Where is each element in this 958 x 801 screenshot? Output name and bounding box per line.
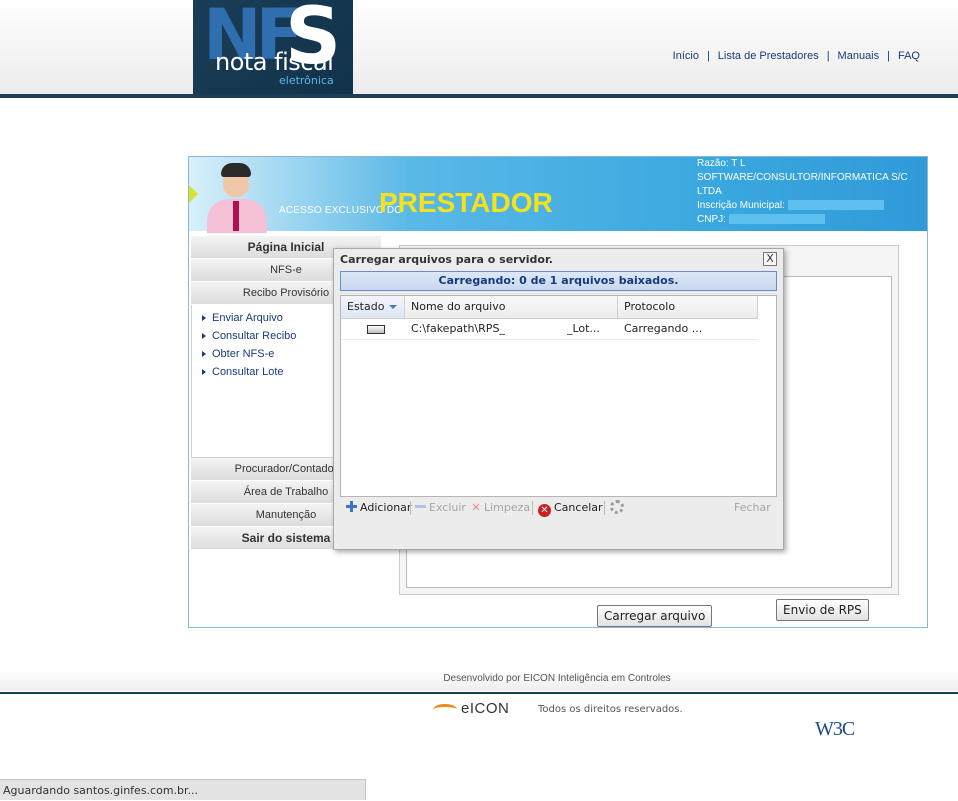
upload-dialog: Carregar arquivos para o servidor. X Car…: [333, 248, 784, 550]
browser-status-bar: Aguardando santos.ginfes.com.br...: [0, 779, 366, 800]
cnpj-label: CNPJ:: [697, 214, 726, 225]
nav-manuais-link[interactable]: Manuais: [838, 50, 880, 62]
submenu-label: Enviar Arquivo: [212, 312, 283, 324]
bullet-icon: [202, 351, 206, 358]
header-band: [0, 0, 958, 95]
footer-divider: [0, 692, 958, 694]
inscricao-redacted: [787, 200, 884, 211]
footer-developed-by: Desenvolvido por EICON Inteligência em C…: [443, 673, 671, 684]
bullet-icon: [202, 315, 206, 322]
submenu-label: Obter NFS-e: [212, 348, 275, 360]
spinner-icon: [610, 500, 624, 514]
banner-arrow-icon: [189, 185, 198, 203]
nav-faq-link[interactable]: FAQ: [898, 50, 920, 62]
submenu-label: Consultar Recibo: [212, 330, 297, 342]
header-divider: [0, 94, 958, 98]
eicon-logo-text: eICON: [461, 700, 510, 717]
user-avatar-icon: [207, 163, 269, 233]
banner-prestador-title: PRESTADOR: [379, 187, 553, 218]
nfs-logo[interactable]: NF S nota fiscal eletrônica: [193, 0, 353, 95]
eicon-swoosh-icon: [433, 703, 457, 715]
upload-status-bar: Carregando: 0 de 1 arquivos baixados.: [340, 271, 777, 291]
plus-icon: [346, 501, 357, 512]
toolbar-separator: [532, 501, 533, 515]
eicon-logo[interactable]: eICON: [433, 700, 509, 717]
toolbar-separator: [604, 501, 605, 515]
adicionar-button[interactable]: Adicionar: [346, 500, 411, 516]
dialog-title: Carregar arquivos para o servidor.: [340, 253, 553, 266]
column-protocolo[interactable]: Protocolo: [618, 296, 758, 318]
prestador-banner: ACESSO EXCLUSIVO DO PRESTADOR Razão: T L…: [189, 157, 927, 233]
column-estado-label: Estado: [347, 300, 385, 313]
column-estado[interactable]: Estado: [341, 296, 405, 318]
loading-spinner-icon: [610, 500, 624, 516]
minus-icon: [415, 505, 426, 508]
table-row[interactable]: C:\fakepath\RPS_ _Lot... Carregando ...: [341, 319, 758, 340]
grid-header: Estado Nome do arquivo Protocolo: [341, 296, 758, 319]
logo-eletronica-text: eletrônica: [279, 74, 334, 87]
razao-label: Razão: T L: [697, 158, 746, 169]
upload-file-grid: Estado Nome do arquivo Protocolo C:\fake…: [340, 295, 777, 497]
cancelar-button[interactable]: ✕ Cancelar: [538, 500, 603, 517]
row-file-path: C:\fakepath\RPS_: [411, 322, 505, 335]
close-icon[interactable]: X: [763, 252, 777, 266]
cancelar-label: Cancelar: [554, 501, 603, 514]
submenu-label: Consultar Lote: [212, 366, 284, 378]
cancel-icon: ✕: [538, 504, 551, 517]
adicionar-label: Adicionar: [360, 501, 412, 514]
nav-lista-prestadores-link[interactable]: Lista de Prestadores: [718, 50, 819, 62]
bullet-icon: [202, 369, 206, 376]
row-nome-arquivo: C:\fakepath\RPS_ _Lot...: [405, 319, 618, 339]
dialog-toolbar: Adicionar Excluir ✕ Limpeza ✕ Cancelar Fec…: [340, 497, 775, 519]
w3c-logo[interactable]: W3C: [815, 718, 855, 741]
row-estado: [341, 319, 405, 339]
column-nome-arquivo[interactable]: Nome do arquivo: [405, 296, 618, 318]
inscricao-label: Inscrição Municipal:: [697, 200, 785, 211]
razao-value: SOFTWARE/CONSULTOR/INFORMATICA S/C LTDA: [697, 172, 908, 197]
excluir-button[interactable]: Excluir: [415, 500, 466, 516]
top-navigation: Início | Lista de Prestadores | Manuais | FAQ: [673, 50, 920, 62]
cnpj-redacted: [728, 214, 825, 225]
envio-de-rps-button[interactable]: Envio de RPS: [776, 599, 869, 621]
nav-separator: |: [706, 50, 710, 62]
sort-desc-icon: [389, 305, 398, 309]
progress-bar: [367, 324, 385, 334]
row-file-suffix: _Lot...: [566, 322, 600, 335]
toolbar-separator: [410, 501, 411, 515]
limpeza-button[interactable]: ✕ Limpeza: [470, 500, 530, 516]
nav-inicio-link[interactable]: Início: [673, 50, 699, 62]
row-protocolo: Carregando ...: [624, 322, 703, 335]
logo-nota-fiscal-text: nota fiscal: [215, 48, 334, 76]
limpeza-label: Limpeza: [484, 501, 531, 514]
fechar-button[interactable]: Fechar: [734, 500, 771, 516]
bullet-icon: [202, 333, 206, 340]
nav-separator: |: [826, 50, 830, 62]
excluir-label: Excluir: [429, 501, 466, 514]
footer-rights: Todos os direitos reservados.: [538, 704, 683, 715]
prestador-info: Razão: T L SOFTWARE/CONSULTOR/INFORMATIC…: [697, 157, 922, 227]
clear-x-icon: ✕: [471, 501, 481, 514]
carregar-arquivo-button[interactable]: Carregar arquivo: [597, 605, 713, 627]
nav-separator: |: [887, 50, 890, 62]
